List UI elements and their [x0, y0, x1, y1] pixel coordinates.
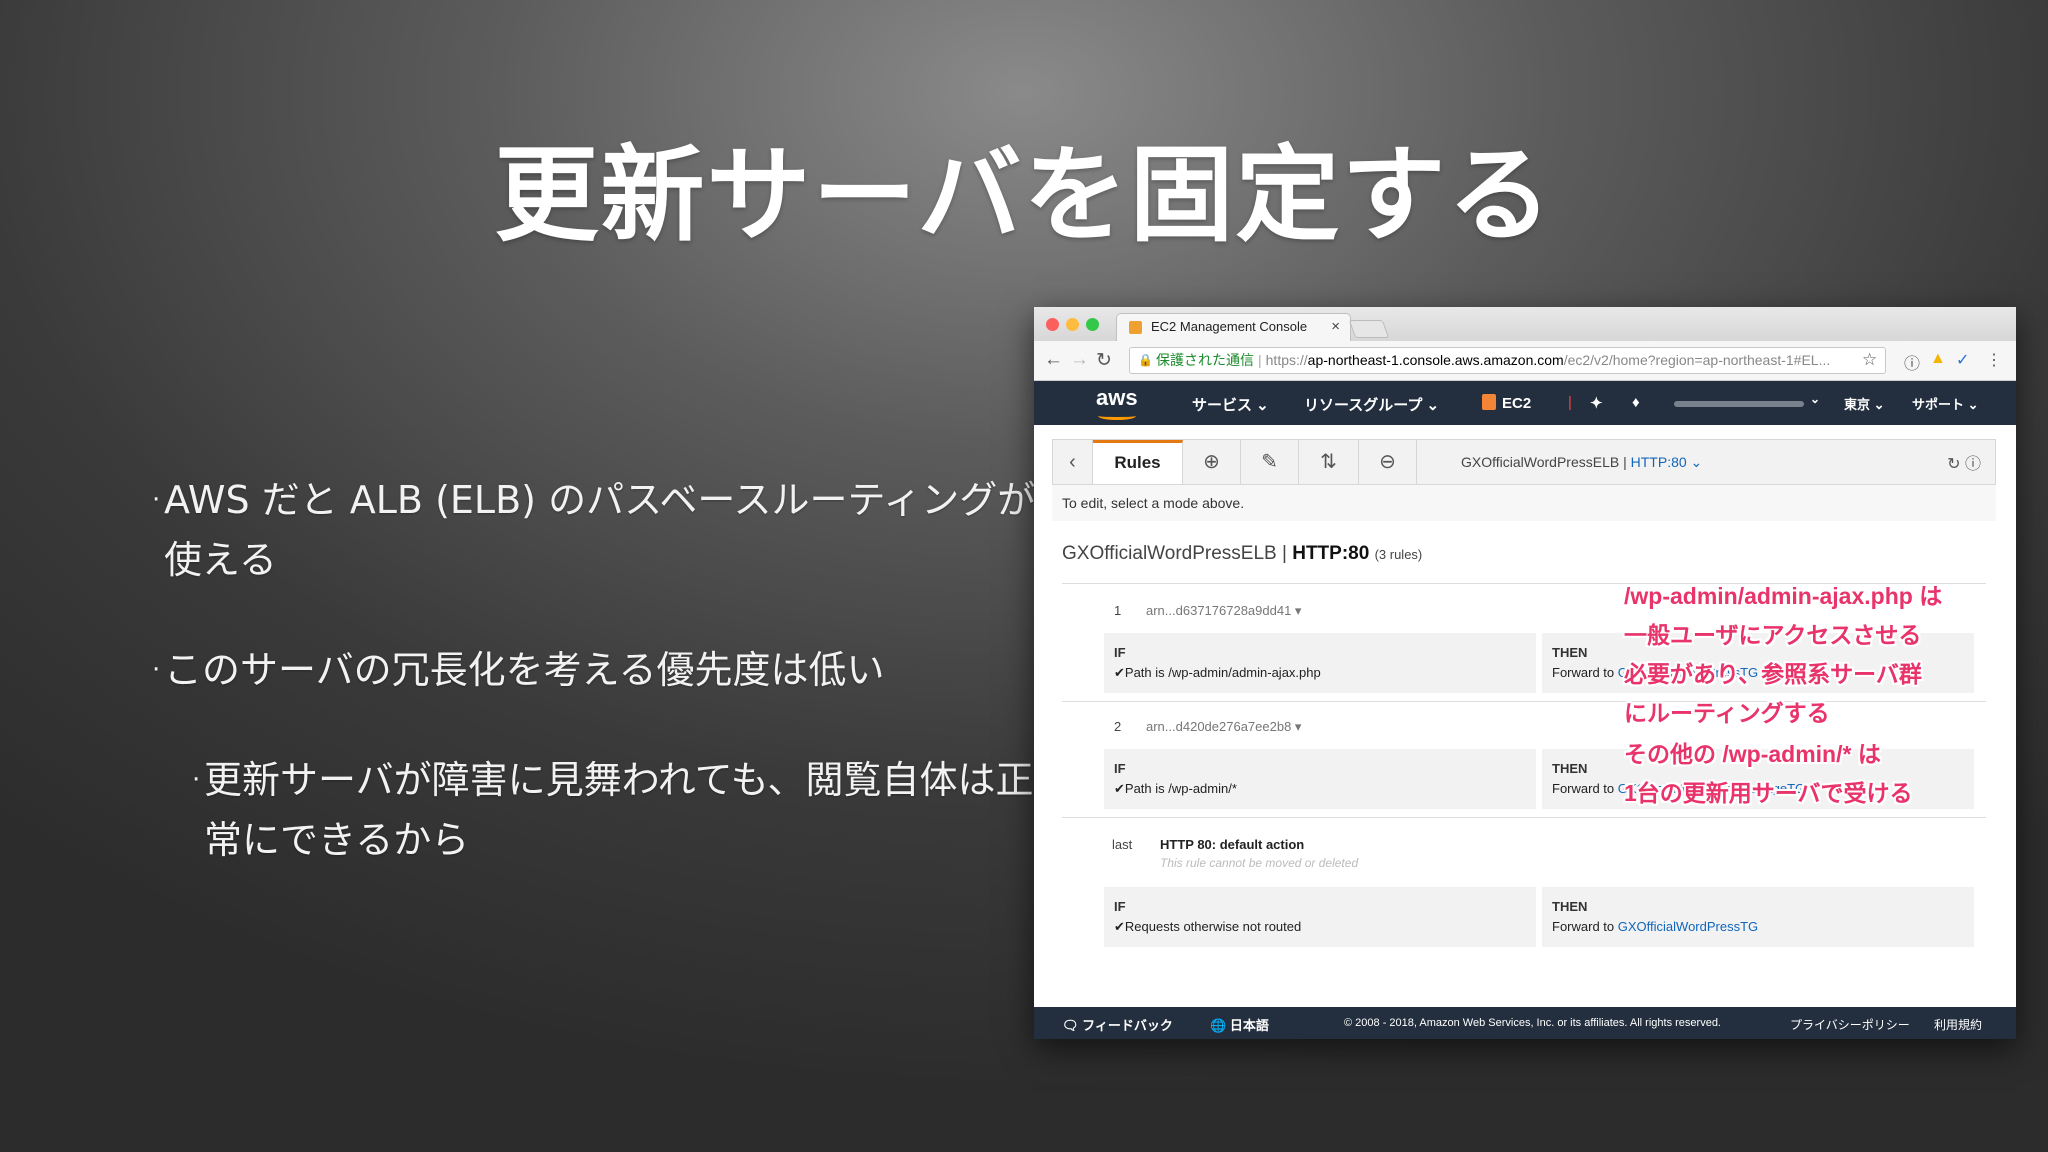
sub-bullet-item: · 更新サーバが障害に見舞われても、閲覧自体は正常にできるから	[192, 750, 1044, 870]
refresh-help-icons[interactable]: ↻ ⓘ	[1947, 450, 1981, 474]
bullet-text: このサーバの冗長化を考える優先度は低い	[164, 648, 885, 692]
rule-if-box: IF ✔Requests otherwise not routed	[1104, 887, 1536, 947]
language-link[interactable]: 🌐 日本語	[1210, 1015, 1269, 1034]
menu-kebab-icon[interactable]: ⋮	[1986, 350, 2002, 370]
back-chevron-icon[interactable]: ‹	[1053, 440, 1093, 484]
rule-then-box: THEN Forward to GXOfficialWordPressTG	[1542, 887, 1974, 947]
checkmark-icon: ✔	[1114, 919, 1125, 934]
bullet-marker: ·	[152, 655, 161, 685]
feedback-link[interactable]: 🗨 フィードバック	[1062, 1015, 1173, 1034]
drive-icon[interactable]: ▲	[1930, 350, 1946, 368]
browser-window: EC2 Management Console × ← → ↻ 🔒 保護された通信…	[1034, 307, 2016, 1039]
tab-rules[interactable]: Rules	[1093, 440, 1183, 484]
rule-number: 2	[1114, 719, 1122, 734]
listener-title: GXOfficialWordPressELB | HTTP:80 (3 rule…	[1062, 543, 1423, 564]
region-menu[interactable]: 東京 ⌄	[1844, 394, 1885, 413]
bookmark-star-icon[interactable]: ☆	[1862, 350, 1877, 370]
checkmark-icon: ✔	[1114, 781, 1125, 796]
checkmark-icon: ✔	[1114, 665, 1125, 680]
ec2-cube-icon	[1482, 394, 1496, 410]
ec2-service-link[interactable]: EC2	[1482, 394, 1531, 412]
privacy-link[interactable]: プライバシーポリシー	[1790, 1016, 1910, 1033]
globe-icon: 🌐	[1210, 1018, 1227, 1033]
rule-number: 1	[1114, 603, 1122, 618]
reload-icon[interactable]: ↻	[1096, 349, 1112, 372]
annotation-text: 必要があり、参照系サーバ群	[1624, 661, 1922, 687]
bell-icon[interactable]: ♦	[1632, 394, 1640, 411]
target-group-link[interactable]: GXOfficialWordPressTG	[1618, 919, 1758, 934]
browser-titlebar: EC2 Management Console ×	[1034, 307, 2016, 341]
annotation-text: その他の /wp-admin/* は	[1624, 741, 1881, 767]
close-window-button[interactable]	[1046, 318, 1059, 331]
rule-if-box: IF ✔Path is /wp-admin/*	[1104, 749, 1536, 809]
url-host: ap-northeast-1.console.aws.amazon.com	[1307, 352, 1564, 368]
bullet-marker: ·	[192, 765, 201, 795]
aws-top-nav: aws サービス ⌄ リソースグループ ⌄ EC2 | ✦ ♦ ⌄ 東京 ⌄ サ…	[1034, 381, 2016, 425]
default-action-title: HTTP 80: default action	[1160, 837, 1305, 852]
edit-pencil-icon[interactable]: ✎	[1241, 440, 1299, 484]
delete-rule-icon[interactable]: ⊖	[1359, 440, 1417, 484]
info-icon[interactable]: ⓘ	[1904, 350, 1920, 374]
annotation-text: 一般ユーザにアクセスさせる	[1624, 622, 1922, 648]
pin-icon[interactable]: ✦	[1590, 394, 1603, 412]
rule-arn-dropdown[interactable]: arn...d637176728a9dd41 ▾	[1146, 603, 1301, 619]
rule-if-box: IF ✔Path is /wp-admin/admin-ajax.php	[1104, 633, 1536, 693]
rule-number: last	[1112, 837, 1133, 852]
edit-hint: To edit, select a mode above.	[1062, 495, 1245, 511]
divider	[1062, 701, 1986, 702]
bullet-text: AWS だと ALB (ELB) のパスベースルーティングが使える	[164, 478, 1036, 582]
extension-icon[interactable]: ✓	[1956, 350, 1969, 370]
aws-logo[interactable]: aws	[1096, 385, 1138, 420]
account-menu[interactable]	[1674, 401, 1804, 407]
url-bar[interactable]: 🔒 保護された通信 | https://ap-northeast-1.console…	[1129, 347, 1886, 374]
bullet-text: 更新サーバが障害に見舞われても、閲覧自体は正常にできるから	[204, 758, 1034, 862]
bullet-item: · このサーバの冗長化を考える優先度は低い	[152, 640, 1044, 700]
aws-favicon-icon	[1129, 321, 1142, 334]
tab-close-icon[interactable]: ×	[1331, 314, 1340, 340]
annotation-text: にルーティングする	[1624, 700, 1830, 726]
forward-icon[interactable]: →	[1070, 349, 1089, 371]
divider-icon: |	[1568, 394, 1572, 411]
copyright-text: © 2008 - 2018, Amazon Web Services, Inc.…	[1344, 1017, 1721, 1029]
resource-groups-menu[interactable]: リソースグループ ⌄	[1304, 394, 1439, 415]
minimize-window-button[interactable]	[1066, 318, 1079, 331]
rules-toolbar: ‹ Rules ⊕ ✎ ⇅ ⊖ GXOfficialWordPressELB |…	[1052, 439, 1996, 485]
divider	[1062, 817, 1986, 818]
services-menu[interactable]: サービス ⌄	[1192, 394, 1269, 415]
speech-bubble-icon: 🗨	[1062, 1018, 1079, 1033]
new-tab-button[interactable]	[1348, 320, 1390, 338]
url-scheme: https://	[1265, 352, 1308, 368]
rules-content: ‹ Rules ⊕ ✎ ⇅ ⊖ GXOfficialWordPressELB |…	[1034, 425, 2016, 1007]
maximize-window-button[interactable]	[1086, 318, 1099, 331]
lock-icon: 🔒	[1138, 353, 1153, 367]
default-action-note: This rule cannot be moved or deleted	[1160, 856, 1359, 870]
back-icon[interactable]: ←	[1044, 349, 1063, 371]
account-chevron-icon[interactable]: ⌄	[1810, 392, 1820, 406]
bullet-item: · AWS だと ALB (ELB) のパスベースルーティングが使える	[152, 470, 1044, 590]
address-toolbar: ← → ↻ 🔒 保護された通信 | https://ap-northeast-1.c…	[1034, 341, 2016, 381]
add-rule-icon[interactable]: ⊕	[1183, 440, 1241, 484]
secure-label: 保護された通信	[1156, 352, 1254, 368]
browser-tab[interactable]: EC2 Management Console ×	[1116, 313, 1351, 341]
reorder-icon[interactable]: ⇅	[1299, 440, 1359, 484]
terms-link[interactable]: 利用規約	[1934, 1016, 1982, 1033]
aws-footer: 🗨 フィードバック 🌐 日本語 © 2008 - 2018, Amazon We…	[1034, 1007, 2016, 1039]
support-menu[interactable]: サポート ⌄	[1912, 394, 1979, 413]
aws-smile-icon	[1098, 412, 1136, 420]
listener-selector[interactable]: GXOfficialWordPressELB | HTTP:80 ⌄	[1461, 454, 1702, 471]
slide-title: 更新サーバを固定する	[494, 134, 1554, 256]
url-path: /ec2/v2/home?region=ap-northeast-1#EL...	[1563, 352, 1831, 368]
tab-title: EC2 Management Console	[1151, 319, 1308, 334]
annotation-text: /wp-admin/admin-ajax.php は	[1624, 583, 1943, 609]
rule-arn-dropdown[interactable]: arn...d420de276a7ee2b8 ▾	[1146, 719, 1301, 735]
annotation-text: 1台の更新用サーバで受ける	[1624, 780, 1913, 806]
bullet-marker: ·	[152, 485, 161, 515]
